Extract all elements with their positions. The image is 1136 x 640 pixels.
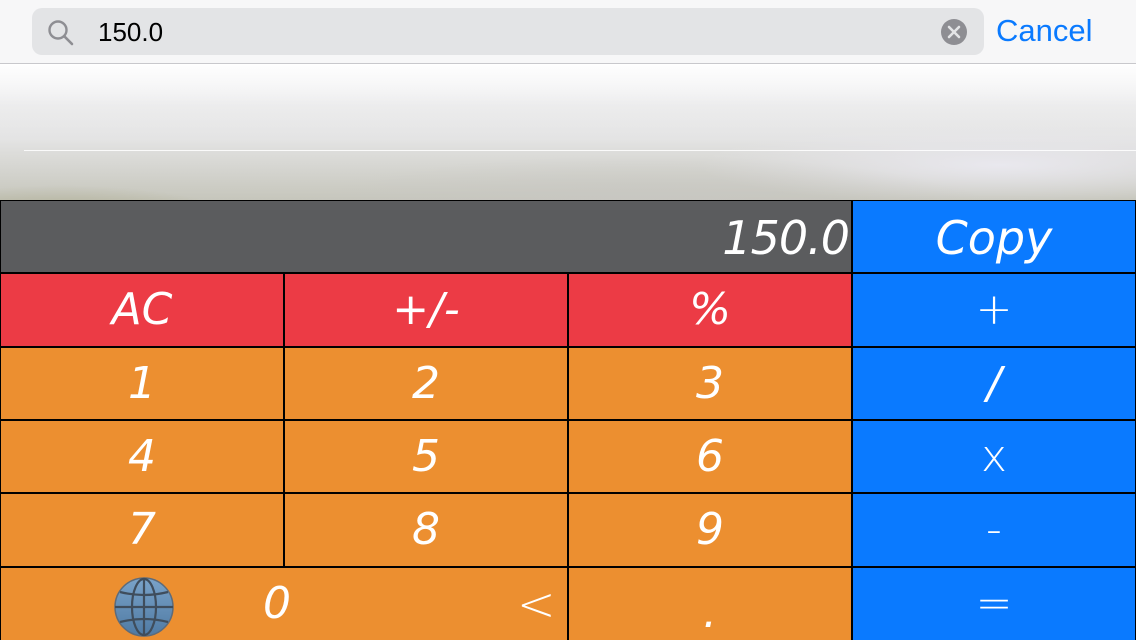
digit-1-label: 1 — [128, 357, 156, 409]
digit-3-label: 3 — [696, 357, 724, 409]
minus-key[interactable]: - — [853, 494, 1135, 566]
digit-8-key[interactable]: 8 — [285, 494, 567, 566]
search-field[interactable] — [32, 8, 984, 55]
digit-5-key[interactable]: 5 — [285, 421, 567, 492]
divider — [24, 150, 1136, 151]
equals-label: = — [975, 578, 1013, 629]
minus-label: - — [986, 504, 1002, 555]
digit-3-key[interactable]: 3 — [569, 348, 851, 419]
sign-toggle-key[interactable]: +/- — [285, 274, 567, 346]
digit-8-label: 8 — [412, 504, 440, 555]
digit-7-key[interactable]: 7 — [1, 494, 283, 566]
search-icon — [48, 20, 74, 46]
blurred-background — [0, 65, 1136, 200]
divide-key[interactable]: / — [853, 348, 1135, 419]
digit-4-key[interactable]: 4 — [1, 421, 283, 492]
sign-toggle-label: +/- — [392, 284, 460, 335]
plus-label: + — [975, 284, 1013, 335]
percent-label: % — [689, 284, 731, 335]
digit-6-label: 6 — [696, 430, 724, 482]
search-input[interactable] — [98, 16, 918, 48]
digit-7-label: 7 — [128, 504, 156, 555]
cancel-button[interactable]: Cancel — [996, 12, 1093, 50]
divide-label: / — [986, 357, 1002, 409]
digit-9-key[interactable]: 9 — [569, 494, 851, 566]
plus-key[interactable]: + — [853, 274, 1135, 346]
digit-5-label: 5 — [412, 430, 440, 482]
calculator-display: 150.0 — [1, 201, 851, 272]
digit-9-label: 9 — [696, 504, 724, 555]
digit-4-label: 4 — [128, 430, 156, 482]
ac-key[interactable]: AC — [1, 274, 283, 346]
ac-label: AC — [111, 284, 173, 335]
percent-key[interactable]: % — [569, 274, 851, 346]
digit-6-key[interactable]: 6 — [569, 421, 851, 492]
multiply-label: x — [980, 430, 1008, 482]
calculator-keyboard: 150.0 Copy AC +/- % + 1 2 3 / 4 5 6 x 7 … — [0, 200, 1136, 640]
digit-0-key[interactable]: 0 — [263, 582, 291, 626]
backspace-key[interactable]: < — [517, 581, 556, 627]
copy-label: Copy — [935, 210, 1053, 265]
clear-icon[interactable] — [940, 18, 968, 46]
globe-icon[interactable] — [113, 576, 175, 638]
decimal-key[interactable]: . — [569, 568, 851, 640]
screen: Cancel 150.0 Copy AC +/- % + 1 2 3 — [0, 0, 1136, 640]
multiply-key[interactable]: x — [853, 421, 1135, 492]
copy-button[interactable]: Copy — [853, 201, 1135, 272]
digit-1-key[interactable]: 1 — [1, 348, 283, 419]
search-bar: Cancel — [0, 0, 1136, 64]
zero-backspace-row: 0 < — [1, 568, 567, 640]
digit-2-label: 2 — [412, 357, 440, 409]
equals-key[interactable]: = — [853, 568, 1135, 640]
decimal-label: . — [703, 586, 717, 638]
digit-2-key[interactable]: 2 — [285, 348, 567, 419]
